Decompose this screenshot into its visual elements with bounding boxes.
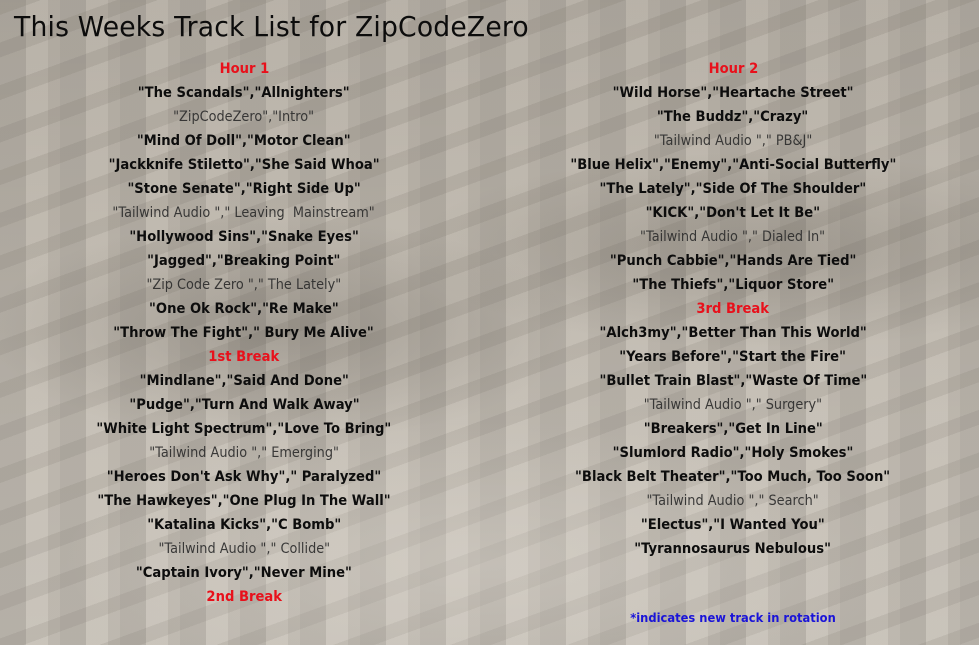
- hour-1-column: Hour 1 "The Scandals","Allnighters" "ZipCo…: [14, 57, 474, 609]
- track-entry: "Breakers","Get In Line": [643, 421, 823, 437]
- track-entry: "Mind Of Doll","Motor Clean": [137, 133, 351, 149]
- track-entry: "Years Before","Start the Fire": [619, 349, 847, 365]
- track-entry: "KICK","Don't Let It Be": [645, 205, 821, 221]
- track-entry: "Wild Horse","Heartache Street": [612, 85, 854, 101]
- station-id-entry: "ZipCodeZero","Intro": [173, 109, 315, 125]
- track-entry: "The Scandals","Allnighters": [138, 85, 350, 101]
- station-id-entry: "Zip Code Zero "," The Lately": [146, 277, 342, 293]
- station-id-entry: "Tailwind Audio "," Dialed In": [640, 229, 826, 245]
- station-id-entry: "Tailwind Audio "," Emerging": [149, 445, 339, 461]
- new-track-footnote: *indicates new track in rotation: [630, 610, 836, 625]
- track-entry: "Blue Helix","Enemy","Anti-Social Butter…: [570, 157, 896, 173]
- track-entry: "One Ok Rock","Re Make": [149, 301, 339, 317]
- track-entry: "Slumlord Radio","Holy Smokes": [612, 445, 854, 461]
- track-entry: "Stone Senate","Right Side Up": [127, 181, 361, 197]
- track-entry: "Throw The Fight"," Bury Me Alive": [113, 325, 375, 341]
- track-entry: "Tyrannosaurus Nebulous": [634, 541, 832, 557]
- page-title: This Weeks Track List for ZipCodeZero: [14, 10, 529, 43]
- track-entry: "White Light Spectrum","Love To Bring": [96, 421, 392, 437]
- track-entry: "Jagged","Breaking Point": [147, 253, 341, 269]
- track-entry: "The Buddz","Crazy": [657, 109, 809, 125]
- section-header: 2nd Break: [206, 589, 282, 605]
- track-entry: "Captain Ivory","Never Mine": [135, 565, 353, 581]
- station-id-entry: "Tailwind Audio "," Search": [646, 493, 820, 509]
- track-entry: "Mindlane","Said And Done": [139, 373, 349, 389]
- track-entry: "Electus","I Wanted You": [641, 517, 825, 533]
- track-entry: "Heroes Don't Ask Why"," Paralyzed": [106, 469, 382, 485]
- station-id-entry: "Tailwind Audio "," Leaving Mainstream": [112, 205, 376, 221]
- track-entry: "Bullet Train Blast","Waste Of Time": [599, 373, 867, 389]
- track-entry: "Katalina Kicks","C Bomb": [146, 517, 342, 533]
- section-header: Hour 2: [708, 61, 758, 77]
- station-id-entry: "Tailwind Audio "," PB&J": [653, 133, 813, 149]
- track-entry: "Punch Cabbie","Hands Are Tied": [609, 253, 857, 269]
- section-header: Hour 1: [219, 61, 269, 77]
- station-id-entry: "Tailwind Audio "," Collide": [158, 541, 330, 557]
- hour-2-column: Hour 2 "Wild Horse","Heartache Street" "Th…: [503, 57, 963, 561]
- track-entry: "The Lately","Side Of The Shoulder": [599, 181, 867, 197]
- track-entry: "Hollywood Sins","Snake Eyes": [129, 229, 359, 245]
- section-header: 3rd Break: [696, 301, 770, 317]
- track-entry: "The Hawkeyes","One Plug In The Wall": [97, 493, 391, 509]
- section-header: 1st Break: [208, 349, 280, 365]
- track-entry: "Jackknife Stiletto","She Said Whoa": [108, 157, 380, 173]
- track-entry: "Black Belt Theater","Too Much, Too Soon…: [575, 469, 891, 485]
- track-entry: "Alch3my","Better Than This World": [599, 325, 867, 341]
- track-entry: "The Thiefs","Liquor Store": [632, 277, 834, 293]
- station-id-entry: "Tailwind Audio "," Surgery": [643, 397, 823, 413]
- track-entry: "Pudge","Turn And Walk Away": [128, 397, 360, 413]
